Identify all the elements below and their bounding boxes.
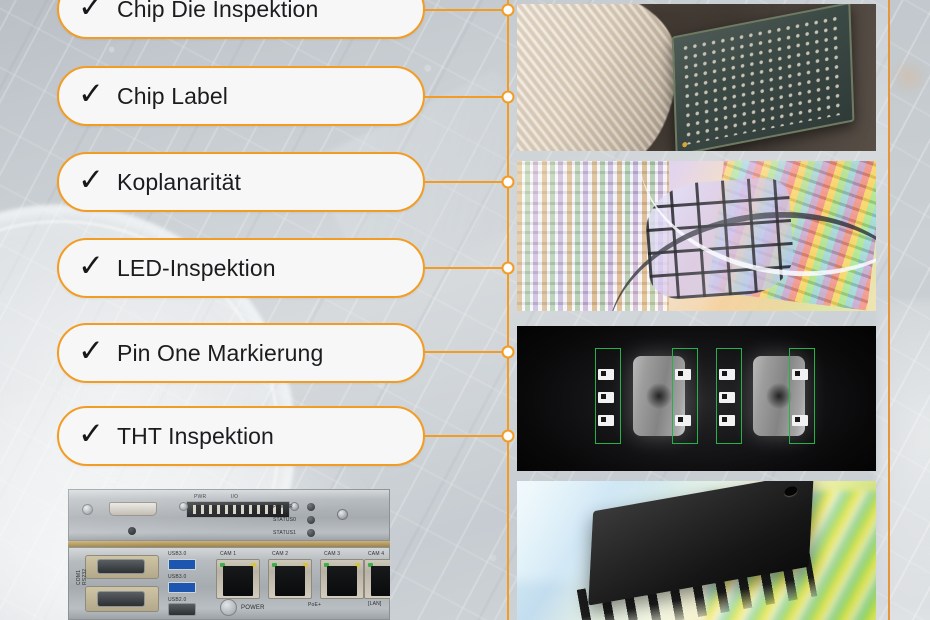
lan-label: [LAN] xyxy=(368,601,382,607)
check-icon: ✓ xyxy=(78,333,104,369)
cam2-rj45-port[interactable] xyxy=(268,559,312,599)
feature-label: Koplanarität xyxy=(117,168,241,195)
hardware-vision-controller: PWR I/O POWER STATUS0 STATUS1 COM1 RS232… xyxy=(68,489,390,620)
roi-tag xyxy=(792,369,808,380)
leader-line-4 xyxy=(424,267,508,269)
cam4-label: CAM 4 xyxy=(368,551,385,557)
usb30-port-a[interactable] xyxy=(168,559,196,570)
pin-one-marker xyxy=(682,141,688,148)
poster-canvas: ✓ Chip Die Inspektion ✓ Chip Label ✓ Kop… xyxy=(0,0,930,620)
power-button-label: POWER xyxy=(241,605,265,611)
roi-tag xyxy=(719,415,735,426)
usb20-port[interactable] xyxy=(168,603,196,616)
roi-tag xyxy=(719,369,735,380)
leader-line-3 xyxy=(424,181,508,183)
cam1-rj45-port[interactable] xyxy=(216,559,260,599)
power-led xyxy=(307,503,315,511)
feature-pill-chip-label[interactable]: ✓ Chip Label xyxy=(57,66,425,126)
feature-pill-koplanaritaet[interactable]: ✓ Koplanarität xyxy=(57,152,425,212)
power-led-label: POWER xyxy=(273,504,293,510)
roi-tag xyxy=(598,415,614,426)
header-pwr-label: PWR xyxy=(194,494,207,500)
com1-port-shell xyxy=(97,591,145,607)
gallery-image-bga-chip-on-glove xyxy=(517,4,876,151)
power-button[interactable] xyxy=(220,599,237,616)
glove-fabric xyxy=(517,4,677,151)
leader-line-2 xyxy=(424,96,508,98)
usb30-b-label: USB3.0 xyxy=(168,574,187,580)
right-divider-line xyxy=(888,0,890,620)
check-icon: ✓ xyxy=(78,76,104,112)
screw-icon xyxy=(179,502,188,511)
feature-label: Chip Label xyxy=(117,82,228,109)
roi-tag xyxy=(719,392,735,403)
background-right-strip-pad xyxy=(892,60,926,94)
check-icon: ✓ xyxy=(78,248,104,284)
screw-icon xyxy=(82,504,93,515)
feature-pill-tht-inspektion[interactable]: ✓ THT Inspektion xyxy=(57,406,425,466)
leader-line-1 xyxy=(424,9,508,11)
connector-node-6[interactable] xyxy=(501,429,515,443)
feature-pill-chip-die-inspektion[interactable]: ✓ Chip Die Inspektion xyxy=(57,0,425,39)
connector-node-1[interactable] xyxy=(501,3,515,17)
header-io-label: I/O xyxy=(231,494,239,500)
status0-led xyxy=(307,516,315,524)
leader-line-6 xyxy=(424,435,508,437)
check-icon: ✓ xyxy=(78,416,104,452)
roi-tag xyxy=(598,369,614,380)
check-icon: ✓ xyxy=(78,0,104,25)
poe-label: PoE+ xyxy=(308,602,322,608)
feature-label: Pin One Markierung xyxy=(117,339,324,366)
cam3-rj45-port[interactable] xyxy=(320,559,364,599)
feature-label: LED-Inspektion xyxy=(117,254,276,281)
bga-solder-balls xyxy=(680,12,846,146)
usb30-a-label: USB3.0 xyxy=(168,551,187,557)
connector-node-2[interactable] xyxy=(501,90,515,104)
status1-led xyxy=(307,529,315,537)
connector-node-5[interactable] xyxy=(501,345,515,359)
feature-pill-pin-one-markierung[interactable]: ✓ Pin One Markierung xyxy=(57,323,425,383)
status1-led-label: STATUS1 xyxy=(273,530,297,536)
hdmi-port[interactable] xyxy=(109,502,157,516)
gallery-image-led-roi-inspection xyxy=(517,326,876,471)
connector-node-3[interactable] xyxy=(501,175,515,189)
background-right-strip-lens xyxy=(878,300,930,600)
gallery-image-soic-chip-rainbow xyxy=(517,481,876,620)
connector-node-4[interactable] xyxy=(501,261,515,275)
roi-box-2-right xyxy=(789,348,815,444)
cam2-label: CAM 2 xyxy=(272,551,289,557)
vga-port-shell xyxy=(97,559,145,574)
check-icon: ✓ xyxy=(78,162,104,198)
status0-led-label: STATUS0 xyxy=(273,517,297,523)
roi-tag xyxy=(792,415,808,426)
roi-tag xyxy=(675,415,691,426)
cam3-label: CAM 3 xyxy=(324,551,341,557)
usb30-port-b[interactable] xyxy=(168,582,196,593)
leader-line-5 xyxy=(424,351,508,353)
roi-tag xyxy=(675,369,691,380)
rs232-label: RS232 xyxy=(82,568,88,585)
cam4-rj45-port[interactable] xyxy=(364,559,390,599)
audio-jack[interactable] xyxy=(128,527,136,535)
feature-label: THT Inspektion xyxy=(117,422,274,449)
gallery-image-rainbow-silicon-wafers xyxy=(517,161,876,311)
roi-box-1-right xyxy=(672,348,698,444)
feature-label: Chip Die Inspektion xyxy=(117,0,319,22)
cam1-label: CAM 1 xyxy=(220,551,237,557)
wafer-sheen xyxy=(517,161,876,311)
roi-tag xyxy=(598,392,614,403)
screw-icon xyxy=(337,509,348,520)
feature-pill-led-inspektion[interactable]: ✓ LED-Inspektion xyxy=(57,238,425,298)
